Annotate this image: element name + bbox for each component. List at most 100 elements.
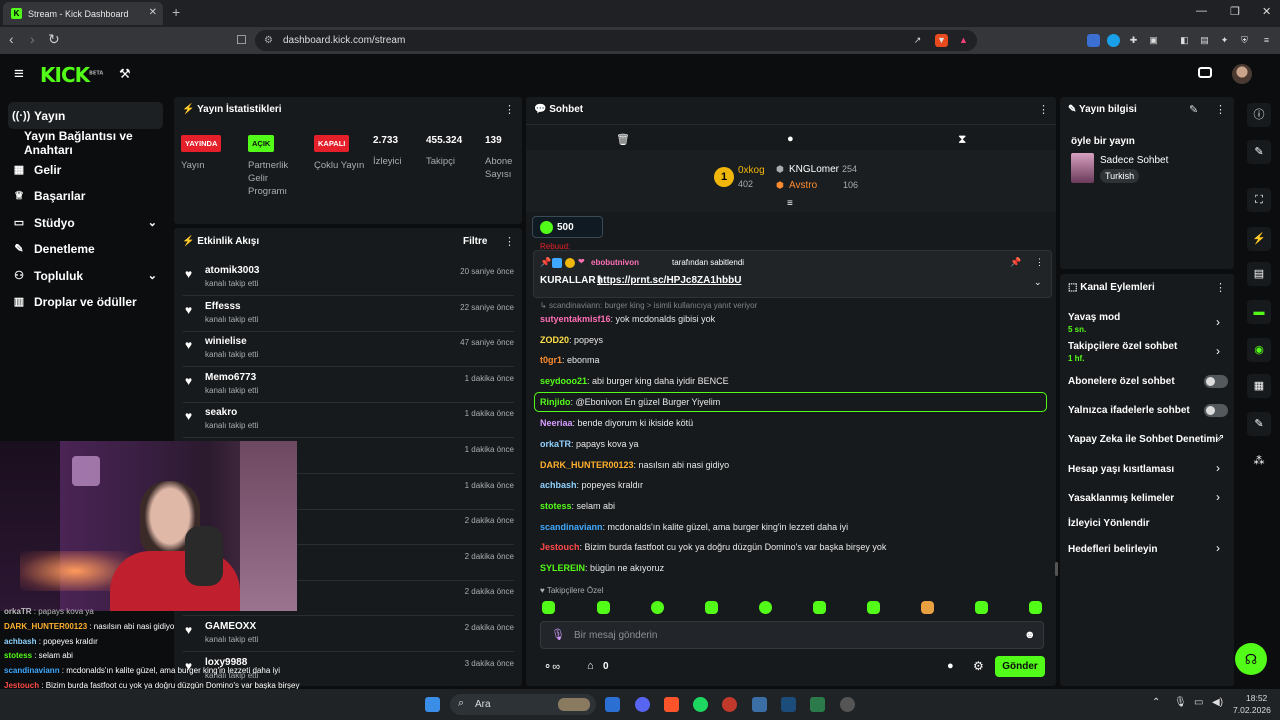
steam-icon[interactable] [605,697,620,712]
chat-username[interactable]: Rinjido [540,397,571,407]
sidebar-item-basarilar[interactable]: ♕ Başarılar [8,182,163,209]
chevron-right-icon[interactable]: › [1216,315,1220,329]
wallet-icon[interactable]: ▤ [1198,34,1211,47]
account-age-setting[interactable]: Hesap yaşı kısıtlaması [1068,464,1174,475]
kebab-menu-icon[interactable]: ⋮ [1215,281,1226,294]
sidebar-item-stream-key[interactable]: Yayın Bağlantısı ve Anahtarı [8,129,163,157]
emote-icon[interactable] [867,601,880,614]
hamburger-menu-icon[interactable]: ≡ [14,64,24,84]
send-button[interactable]: Gönder [995,656,1045,677]
steam-icon[interactable] [781,697,796,712]
event-user[interactable]: Effesss [205,301,241,312]
browser-tab[interactable]: K Stream - Kick Dashboard ✕ [3,2,163,25]
layout-icon[interactable]: ▦ [1247,374,1271,398]
extensions-puzzle-icon[interactable]: ✚ [1127,34,1140,47]
event-user[interactable]: atomik3003 [205,265,259,276]
chevron-right-icon[interactable]: › [1216,344,1220,358]
emoji-icon[interactable]: ☻ [1024,629,1036,641]
brave-rewards-icon[interactable]: ▲ [957,34,970,47]
connections-icon[interactable]: ⚬∞ [543,660,560,673]
clock-date[interactable]: 7.02.2026 [1233,705,1271,715]
sidebar-toggle-icon[interactable]: ◧ [1178,34,1191,47]
tools-icon[interactable]: ⚒ [119,66,131,82]
discord-icon[interactable] [635,697,650,712]
chat-input[interactable]: 🎙 Bir mesaj gönderin ☻ [540,621,1044,649]
spotify-icon[interactable] [693,697,708,712]
sidebar-item-topluluk[interactable]: ⚇ Topluluk ⌄ [8,262,163,289]
store-icon[interactable]: ⌂ [587,660,594,672]
chat-username[interactable]: Neeriaa [540,418,573,428]
microphone-icon[interactable]: 🎙 [551,628,565,641]
volume-icon[interactable]: ◀) [1212,697,1223,708]
chat-username[interactable]: achbash [540,480,577,490]
expand-icon[interactable]: ⛶ [1247,188,1271,212]
back-icon[interactable]: ‹ [9,31,14,47]
wrench-icon[interactable]: ✎ [1247,412,1271,436]
chevron-right-icon[interactable]: › [1216,490,1220,504]
windows-start-icon[interactable] [425,697,440,712]
gear-icon[interactable]: ⚙ [973,659,984,673]
app-icon[interactable] [752,697,767,712]
app-icon[interactable] [810,697,825,712]
microphone-icon[interactable]: 🎙 [1174,697,1187,708]
edit-icon[interactable]: ✎ [1189,103,1198,116]
sidebar-item-studyo[interactable]: ▭ Stüdyo ⌄ [8,209,163,236]
document-icon[interactable]: ▤ [1247,262,1271,286]
chat-username[interactable]: DARK_HUNTER00123 [540,460,634,470]
slow-mode-setting[interactable]: Yavaş mod 5 sn. [1068,312,1120,334]
event-user[interactable]: winielise [205,336,247,347]
extension-icon[interactable] [1107,34,1120,47]
goals-setting[interactable]: Hedefleri belirleyin [1068,544,1157,555]
ai-moderation-setting[interactable]: Yapay Zeka ile Sohbet Denetimi [1068,434,1218,445]
chat-username[interactable]: orkaTR [540,439,571,449]
lightning-icon[interactable]: ⚡ [1247,227,1271,251]
goal-chip[interactable]: 500 [532,216,603,238]
chat-username[interactable]: SYLEREIN [540,563,585,573]
extension-icon[interactable]: ▣ [1147,34,1160,47]
extension-icon[interactable] [1087,34,1100,47]
chat-username[interactable]: ZOD20 [540,335,569,345]
chat-username[interactable]: Jestouch [540,542,580,552]
collapse-icon[interactable]: ≡ [787,198,793,209]
brave-shields-icon[interactable]: ▼ [935,34,948,47]
event-user[interactable]: seakro [205,407,237,418]
chat-username[interactable]: sutyentakmisf16 [540,314,611,324]
pinned-link[interactable]: https://prnt.sc/HPJc8ZA1hbbU [597,275,741,286]
chat-icon[interactable]: ▬ [1247,300,1271,324]
tray-chevron-icon[interactable]: ⌃ [1152,697,1160,708]
taskbar-search[interactable]: ⌕ Ara [450,694,596,715]
forward-icon[interactable]: › [30,31,35,47]
category-name[interactable]: Sadece Sohbet [1100,155,1168,166]
top-gifter-name[interactable]: 0xkog [738,165,765,176]
minimize-icon[interactable]: — [1196,5,1207,17]
edit-icon[interactable]: ✎ [1247,140,1271,164]
avatar[interactable] [1232,64,1252,84]
emote-icon[interactable] [813,601,826,614]
sidebar-item-denetleme[interactable]: ✎ Denetleme [8,235,163,262]
gifter-name[interactable]: Avstro [789,180,817,191]
url-field[interactable]: ⚙ dashboard.kick.com/stream [255,30,977,51]
emote-icon[interactable] [597,601,610,614]
pinned-by-user[interactable]: ebobutnivon [591,258,639,267]
maximize-icon[interactable]: ❐ [1230,5,1240,18]
emote-icon[interactable] [975,601,988,614]
followers-only-setting[interactable]: Takipçilere özel sohbet 1 hf. [1068,341,1177,363]
hourglass-icon[interactable]: ⧗ [958,132,966,147]
unpin-icon[interactable]: 📌 [1010,257,1021,268]
menu-icon[interactable]: ≡ [1260,34,1273,47]
sidebar-item-yayin[interactable]: ((·)) Yayın [8,102,163,129]
chat-bubble-icon[interactable]: ● [787,133,794,145]
support-headset-icon[interactable]: ☊ [1235,643,1267,675]
kebab-menu-icon[interactable]: ⋮ [504,235,515,248]
chat-username[interactable]: scandinaviann [540,522,603,532]
new-tab-icon[interactable]: + [172,4,180,20]
raid-setting[interactable]: İzleyici Yönlendir [1068,518,1150,529]
gifter-name[interactable]: KNGLomer [789,164,839,175]
brave-browser-icon[interactable] [664,697,679,712]
clock-time[interactable]: 18:52 [1246,693,1267,703]
chevron-right-icon[interactable]: › [1216,461,1220,475]
info-icon[interactable]: ⓘ [1247,103,1271,127]
bookmark-icon[interactable]: ☐ [236,33,247,47]
emotes-only-toggle[interactable] [1204,404,1228,417]
sidebar-item-droplar[interactable]: ▥ Droplar ve ödüller [8,288,163,315]
